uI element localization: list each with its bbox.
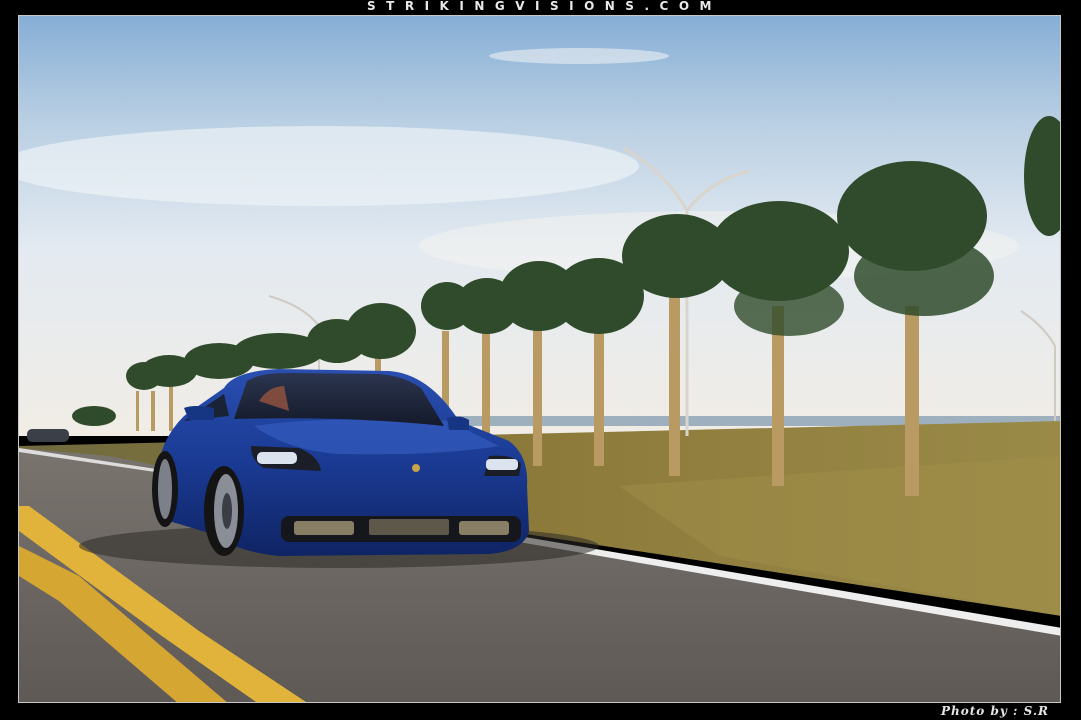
photo-credit: Photo by : S.R bbox=[940, 704, 1049, 718]
hood-logo bbox=[412, 464, 420, 472]
car-photo bbox=[18, 15, 1061, 703]
photo-frame: STRIKINGVISIONS.COM Photo by: S.R bbox=[0, 0, 1081, 720]
watermark-header: STRIKINGVISIONS.COM bbox=[367, 0, 722, 13]
left-headlight bbox=[257, 452, 297, 464]
distant-car bbox=[27, 429, 69, 442]
right-headlight bbox=[486, 459, 518, 470]
